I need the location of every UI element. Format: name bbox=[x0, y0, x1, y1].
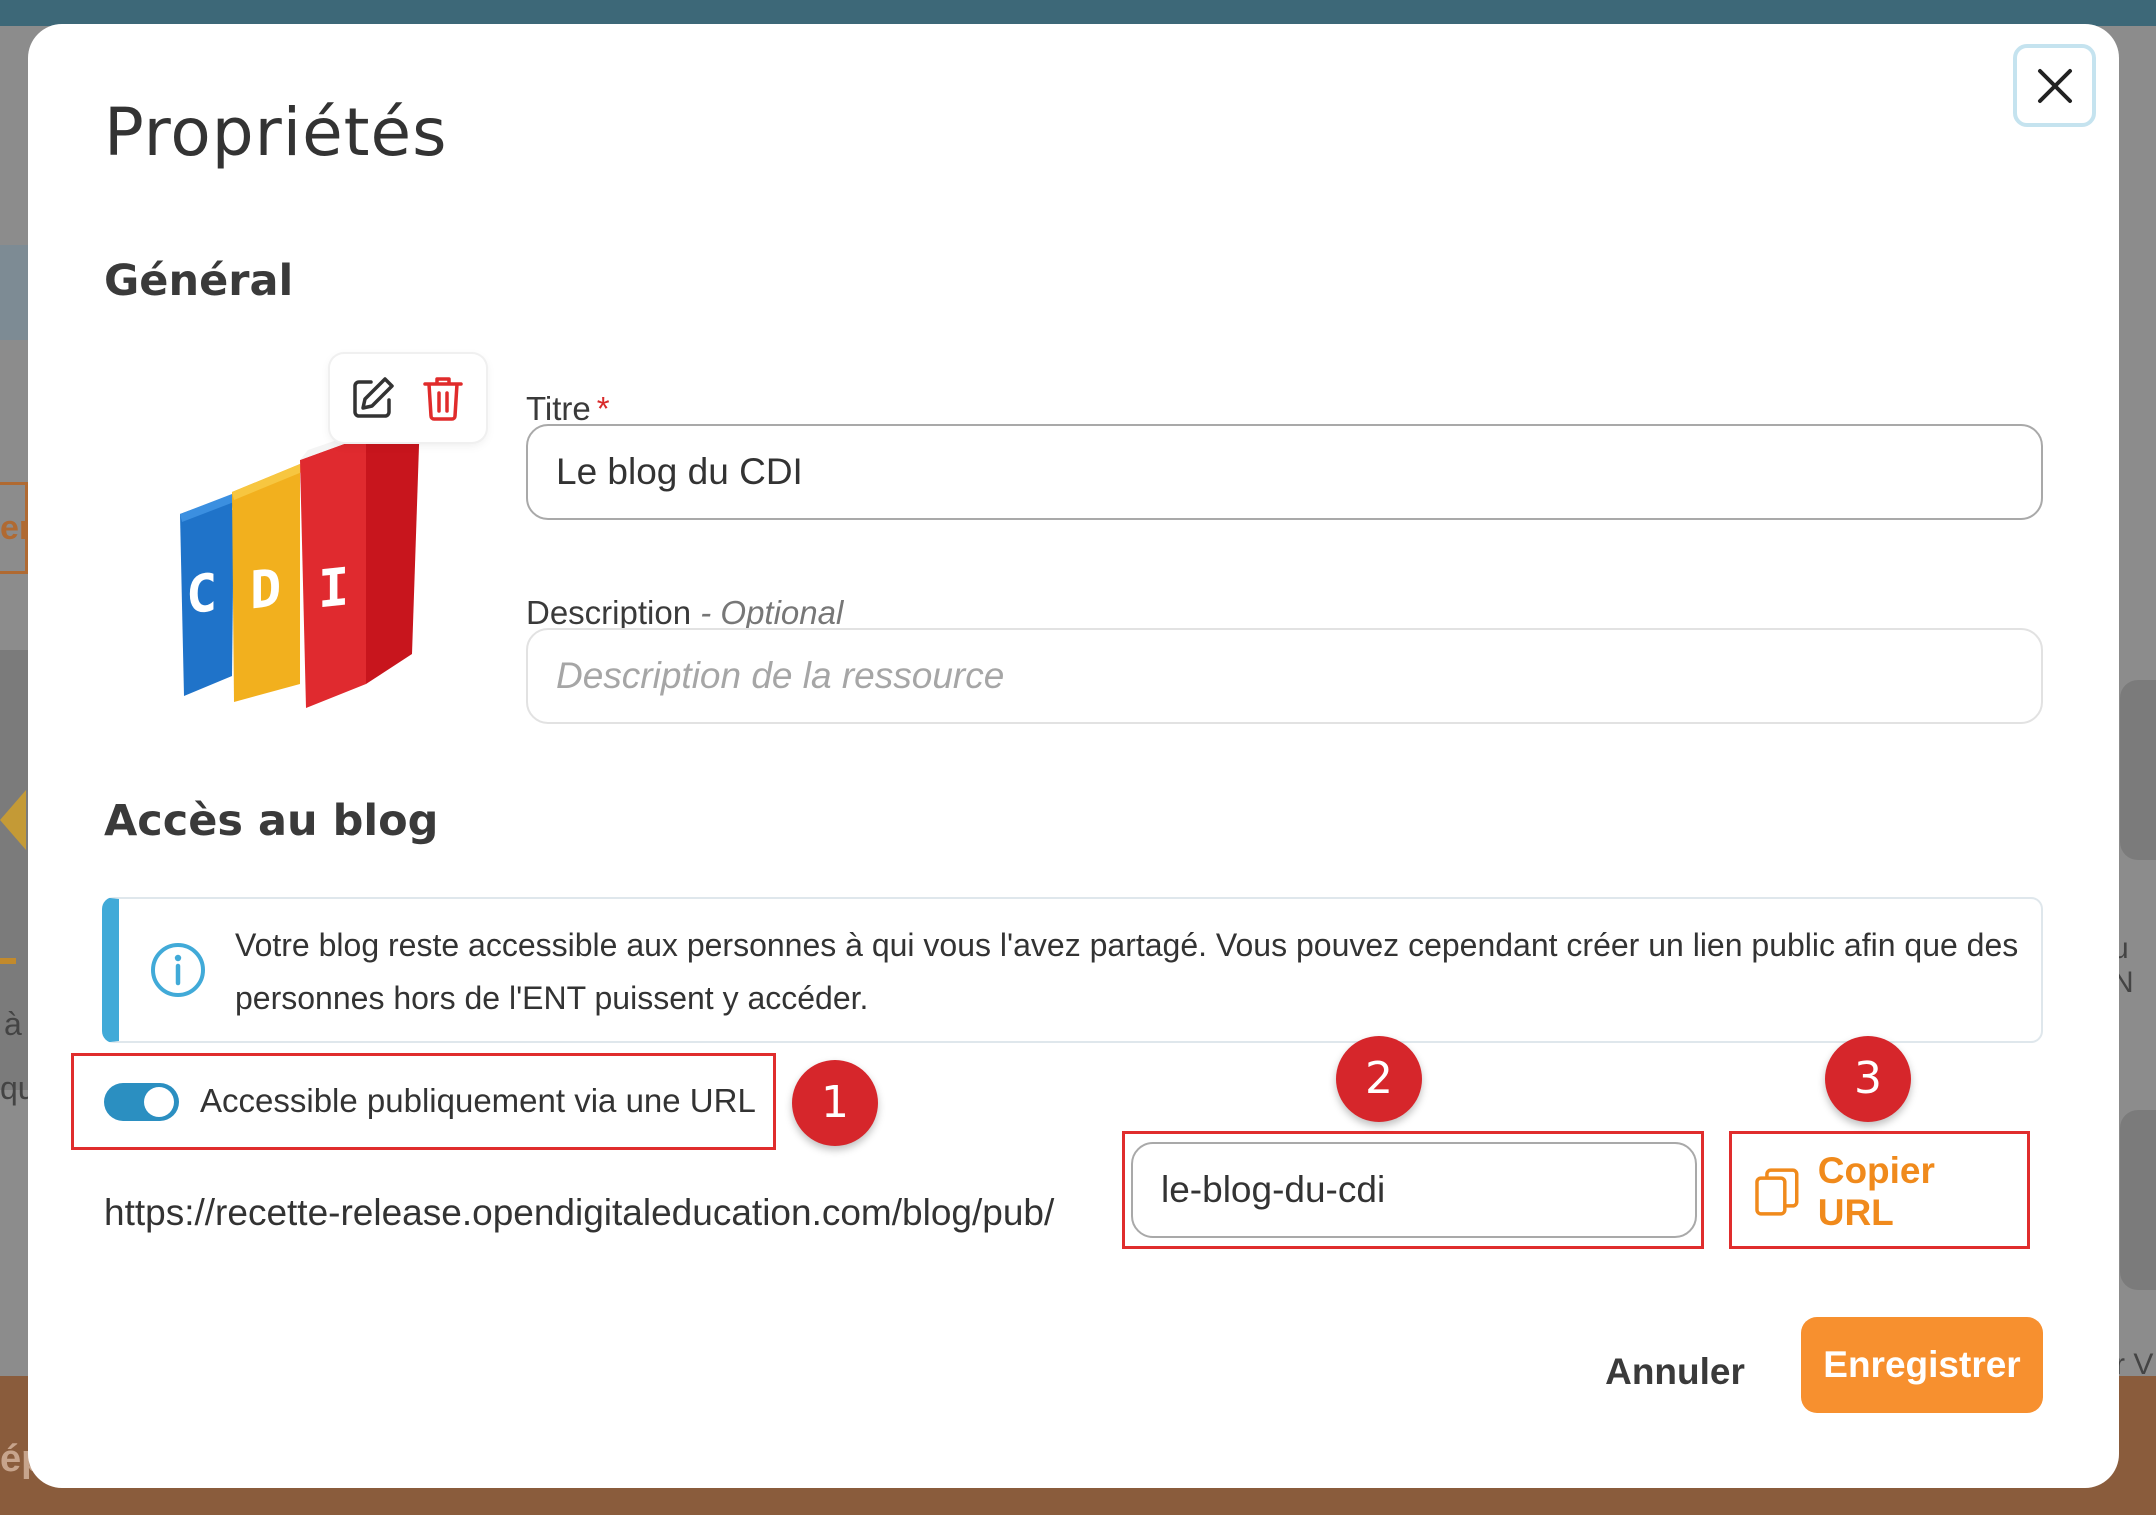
info-icon bbox=[151, 943, 205, 997]
cancel-button[interactable]: Annuler bbox=[1575, 1324, 1775, 1420]
thumbnail-actions bbox=[330, 354, 486, 442]
description-label: Description - Optional bbox=[526, 594, 843, 632]
background-card-right-2 bbox=[2120, 1110, 2156, 1290]
annotation-box-copy bbox=[1729, 1131, 2030, 1249]
modal-title: Propriétés bbox=[104, 94, 448, 171]
description-optional-hint: - Optional bbox=[700, 594, 844, 631]
section-access-heading: Accès au blog bbox=[104, 796, 439, 846]
section-general-heading: Général bbox=[104, 256, 294, 306]
background-card-right-1 bbox=[2120, 680, 2156, 860]
annotation-box-toggle bbox=[71, 1053, 776, 1150]
background-text-left-1: à bbox=[4, 1006, 22, 1042]
edit-icon bbox=[353, 377, 395, 418]
info-text: Votre blog reste accessible aux personne… bbox=[235, 927, 2019, 1016]
background-card-accent bbox=[0, 958, 16, 964]
background-top-bar bbox=[0, 0, 2156, 26]
save-button[interactable]: Enregistrer bbox=[1801, 1317, 2043, 1413]
required-mark: * bbox=[596, 390, 610, 427]
delete-image-button[interactable] bbox=[417, 372, 469, 424]
svg-text:I: I bbox=[318, 557, 349, 620]
description-label-text: Description bbox=[526, 594, 692, 631]
url-prefix: https://recette-release.opendigitaleduca… bbox=[104, 1192, 1055, 1233]
close-icon bbox=[2037, 68, 2072, 103]
description-input[interactable]: Description de la ressource bbox=[526, 628, 2043, 724]
background-card-decoration bbox=[0, 790, 26, 850]
properties-modal: Propriétés Général C D I Titre * Le blog… bbox=[28, 24, 2119, 1488]
title-label: Titre * bbox=[526, 390, 610, 428]
background-button-fragment: er bbox=[0, 482, 28, 574]
svg-text:C: C bbox=[186, 563, 217, 626]
annotation-box-slug bbox=[1122, 1131, 1704, 1249]
edit-image-button[interactable] bbox=[347, 372, 399, 424]
info-banner: Votre blog reste accessible aux personne… bbox=[102, 897, 2043, 1043]
annotation-badge-3: 3 bbox=[1825, 1036, 1911, 1122]
title-label-text: Titre bbox=[526, 390, 591, 427]
svg-text:D: D bbox=[250, 558, 281, 621]
close-button[interactable] bbox=[2013, 44, 2096, 127]
trash-icon bbox=[422, 377, 463, 421]
annotation-badge-1: 1 bbox=[792, 1060, 878, 1146]
annotation-badge-2: 2 bbox=[1336, 1036, 1422, 1122]
title-input[interactable]: Le blog du CDI bbox=[526, 424, 2043, 520]
